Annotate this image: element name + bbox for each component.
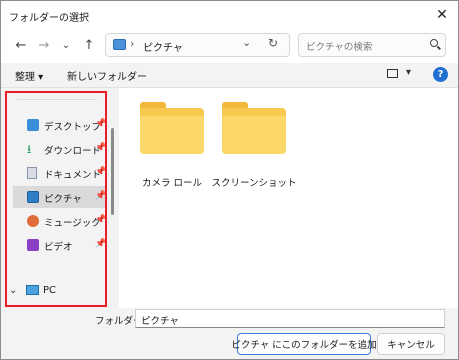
search-input[interactable]: ピクチャの検索 (306, 39, 372, 53)
command-bar: 整理 ▾ 新しいフォルダー ▾ ? (1, 63, 458, 88)
folder-picker-dialog: フォルダーの選択 ✕ ← → ⌄ ↑ › ピクチャ ⌄ ↻ ピクチャの検索 整理… (0, 0, 459, 360)
close-icon[interactable]: ✕ (426, 1, 458, 29)
file-list: カメラ ロール スクリーンショット (119, 88, 458, 308)
arrow-up-icon[interactable]: ↑ (81, 37, 97, 53)
pictures-icon (113, 39, 126, 50)
chevron-down-icon[interactable]: ⌄ (242, 36, 251, 49)
chevron-down-icon[interactable]: ▾ (406, 67, 411, 78)
refresh-icon[interactable]: ↻ (268, 36, 278, 50)
arrow-left-icon[interactable]: ← (13, 37, 29, 53)
folder-name: スクリーンショット (211, 178, 297, 189)
folder-name: カメラ ロール (141, 178, 203, 189)
folder-field[interactable]: ピクチャ (135, 309, 445, 328)
scrollbar[interactable] (111, 128, 114, 215)
breadcrumb-separator: › (130, 37, 135, 50)
folder-item[interactable]: スクリーンショット (211, 98, 297, 189)
search-box[interactable]: ピクチャの検索 (298, 33, 446, 57)
breadcrumb-location[interactable]: ピクチャ (143, 39, 183, 54)
title-bar: フォルダーの選択 ✕ (1, 1, 458, 29)
cancel-button[interactable]: キャンセル (377, 333, 445, 355)
chevron-down-icon[interactable]: ⌄ (58, 37, 74, 53)
view-icon[interactable] (387, 69, 398, 78)
folder-item[interactable]: カメラ ロール (135, 98, 209, 189)
new-folder-button[interactable]: 新しいフォルダー (67, 68, 147, 83)
dialog-footer: フォルダー: ピクチャ ピクチャ にこのフォルダーを追加 キャンセル (1, 308, 458, 359)
add-folder-button[interactable]: ピクチャ にこのフォルダーを追加 (231, 333, 377, 355)
address-bar[interactable]: › ピクチャ ⌄ ↻ (105, 33, 290, 57)
navigation-pane: デスクトップ 📌 ⭳ ダウンロード 📌 ドキュメント 📌 ピクチャ 📌 ミュージ… (1, 88, 116, 308)
organize-button[interactable]: 整理 ▾ (15, 68, 43, 83)
folder-icon (140, 102, 204, 154)
highlight-box (5, 91, 107, 307)
navigation-bar: ← → ⌄ ↑ › ピクチャ ⌄ ↻ ピクチャの検索 (1, 29, 458, 63)
window-title: フォルダーの選択 (9, 13, 89, 24)
arrow-right-icon[interactable]: → (36, 37, 52, 53)
search-icon[interactable] (430, 39, 438, 47)
folder-icon (222, 102, 286, 154)
help-icon[interactable]: ? (433, 67, 448, 82)
